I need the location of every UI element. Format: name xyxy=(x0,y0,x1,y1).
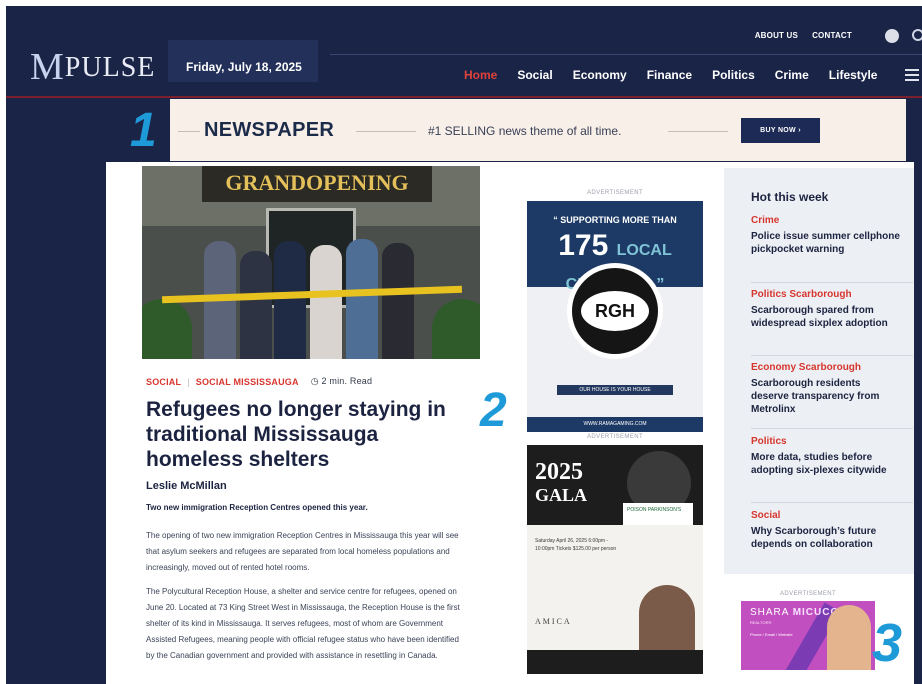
nav-finance[interactable]: Finance xyxy=(647,68,692,82)
sidebar-story-category[interactable]: Politics Scarborough xyxy=(751,289,901,300)
ad-number: 175 xyxy=(558,229,609,262)
sidebar-title: Hot this week xyxy=(751,190,829,204)
image-person xyxy=(240,251,272,359)
realtor-subtitle: REALTOR® xyxy=(750,620,772,625)
sidebar-divider xyxy=(751,502,913,503)
clock-icon: ◷ xyxy=(310,376,322,386)
ad-url-bar: WWW.RAMAGAMING.COM xyxy=(527,417,703,432)
sidebar-story-headline[interactable]: Scarborough residents deserve transparen… xyxy=(751,377,901,416)
sidebar-story[interactable]: Economy Scarborough Scarborough resident… xyxy=(751,362,901,416)
sidebar-story-headline[interactable]: More data, studies before adopting six-p… xyxy=(751,451,901,477)
banner-tagline: #1 SELLING news theme of all time. xyxy=(428,124,622,138)
realtor-first-name: SHARA xyxy=(750,607,789,618)
nav-home[interactable]: Home xyxy=(464,68,497,82)
logo-mark: M xyxy=(30,46,65,88)
current-date: Friday, July 18, 2025 xyxy=(186,60,302,74)
banner-divider xyxy=(356,131,416,132)
contact-link[interactable]: CONTACT xyxy=(812,31,852,40)
banner-divider xyxy=(668,131,728,132)
realtor-ad[interactable]: SHARA MICUCCI REALTOR® Phone / Email / W… xyxy=(741,601,875,670)
sidebar-story-category[interactable]: Economy Scarborough xyxy=(751,362,901,373)
sidebar-story-category[interactable]: Crime xyxy=(751,215,901,226)
marker-number-2: 2 xyxy=(480,384,507,437)
rgh-badge-text: RGH xyxy=(581,291,649,331)
ad-supporting-text: “ SUPPORTING MORE THAN xyxy=(553,215,677,225)
realtor-contact-lines: Phone / Email / Website xyxy=(750,632,793,637)
ad-label: ADVERTISEMENT xyxy=(586,190,644,196)
sidebar-story[interactable]: Crime Police issue summer cellphone pick… xyxy=(751,215,901,256)
rgh-charity-ad[interactable]: “ SUPPORTING MORE THAN 175 LOCAL CHARITI… xyxy=(527,201,703,432)
sidebar-story[interactable]: Social Why Scarborough’s future depends … xyxy=(751,510,901,551)
about-us-link[interactable]: ABOUT US xyxy=(755,31,798,40)
sidebar-story-category[interactable]: Social xyxy=(751,510,901,521)
gala-title: GALA xyxy=(535,485,588,505)
logo-text: PULSE xyxy=(64,52,156,83)
read-time: ◷ 2 min. Read xyxy=(311,376,373,387)
banner-divider xyxy=(178,131,200,132)
category-social[interactable]: SOCIAL xyxy=(146,377,181,387)
user-icon[interactable] xyxy=(885,29,899,43)
ad-footer-text: OUR HOUSE IS YOUR HOUSE xyxy=(557,385,673,395)
sidebar-story-headline[interactable]: Scarborough spared from widespread sixpl… xyxy=(751,304,901,330)
nav-lifestyle[interactable]: Lifestyle xyxy=(829,68,878,82)
read-time-text: 2 min. Read xyxy=(321,376,373,386)
category-social-mississauga[interactable]: SOCIAL MISSISSAUGA xyxy=(196,377,299,387)
banner-title: NEWSPAPER xyxy=(204,119,335,141)
poison-parkinsons-logo: POISON PARKINSON'S xyxy=(623,503,693,525)
image-person xyxy=(274,241,306,359)
gala-details: Saturday April 26, 2025 6:00pm - 10:00pm… xyxy=(535,538,617,552)
article-lede: Two new immigration Reception Centres op… xyxy=(146,503,368,512)
image-person xyxy=(346,239,378,359)
marker-number-1: 1 xyxy=(130,104,157,157)
top-banner-ad[interactable]: NEWSPAPER #1 SELLING news theme of all t… xyxy=(170,99,906,161)
sidebar-story-category[interactable]: Politics xyxy=(751,436,901,447)
article-paragraph: The Polycultural Reception House, a shel… xyxy=(146,587,460,660)
article-author[interactable]: Leslie McMillan xyxy=(146,480,227,492)
sidebar-story[interactable]: Politics More data, studies before adopt… xyxy=(751,436,901,477)
article-headline[interactable]: Refugees no longer staying in traditiona… xyxy=(146,397,476,472)
image-plant xyxy=(142,299,192,359)
category-separator: | xyxy=(187,376,190,387)
ad-label: ADVERTISEMENT xyxy=(586,434,644,440)
article-meta: SOCIAL | SOCIAL MISSISSAUGA ◷ 2 min. Rea… xyxy=(146,376,372,387)
sidebar-divider xyxy=(751,282,913,283)
nav-social[interactable]: Social xyxy=(517,68,552,82)
sidebar-story-headline[interactable]: Why Scarborough’s future depends on coll… xyxy=(751,525,901,551)
hamburger-menu-icon[interactable] xyxy=(905,69,919,84)
image-person xyxy=(310,245,342,359)
sidebar-divider xyxy=(751,428,913,429)
site-logo[interactable]: MPULSE xyxy=(30,42,156,88)
buy-now-button[interactable]: BUY NOW › xyxy=(741,118,820,143)
article-paragraph: The opening of two new immigration Recep… xyxy=(146,531,459,572)
top-links: ABOUT US CONTACT xyxy=(755,31,852,40)
realtor-portrait xyxy=(827,605,871,670)
sidebar-divider xyxy=(751,355,913,356)
grand-opening-sign: GRANDOPENING xyxy=(202,166,432,202)
image-person xyxy=(382,243,414,359)
nav-crime[interactable]: Crime xyxy=(775,68,809,82)
gala-year: 2025 xyxy=(535,459,583,485)
marker-number-3: 3 xyxy=(872,613,903,673)
ad-label: ADVERTISEMENT xyxy=(780,591,837,597)
gala-ad[interactable]: 2025 GALA POISON PARKINSON'S Saturday Ap… xyxy=(527,445,703,674)
sidebar-story[interactable]: Politics Scarborough Scarborough spared … xyxy=(751,289,901,330)
image-plant xyxy=(432,299,480,359)
article-hero-image[interactable]: GRANDOPENING xyxy=(142,166,480,359)
nav-politics[interactable]: Politics xyxy=(712,68,755,82)
main-nav: Home Social Economy Finance Politics Cri… xyxy=(464,68,877,82)
nav-economy[interactable]: Economy xyxy=(573,68,627,82)
sidebar-story-headline[interactable]: Police issue summer cellphone pickpocket… xyxy=(751,230,901,256)
amica-logo: AMICA xyxy=(535,617,572,626)
header-divider xyxy=(330,54,922,55)
search-icon[interactable] xyxy=(912,29,922,41)
gala-footer xyxy=(527,650,703,674)
